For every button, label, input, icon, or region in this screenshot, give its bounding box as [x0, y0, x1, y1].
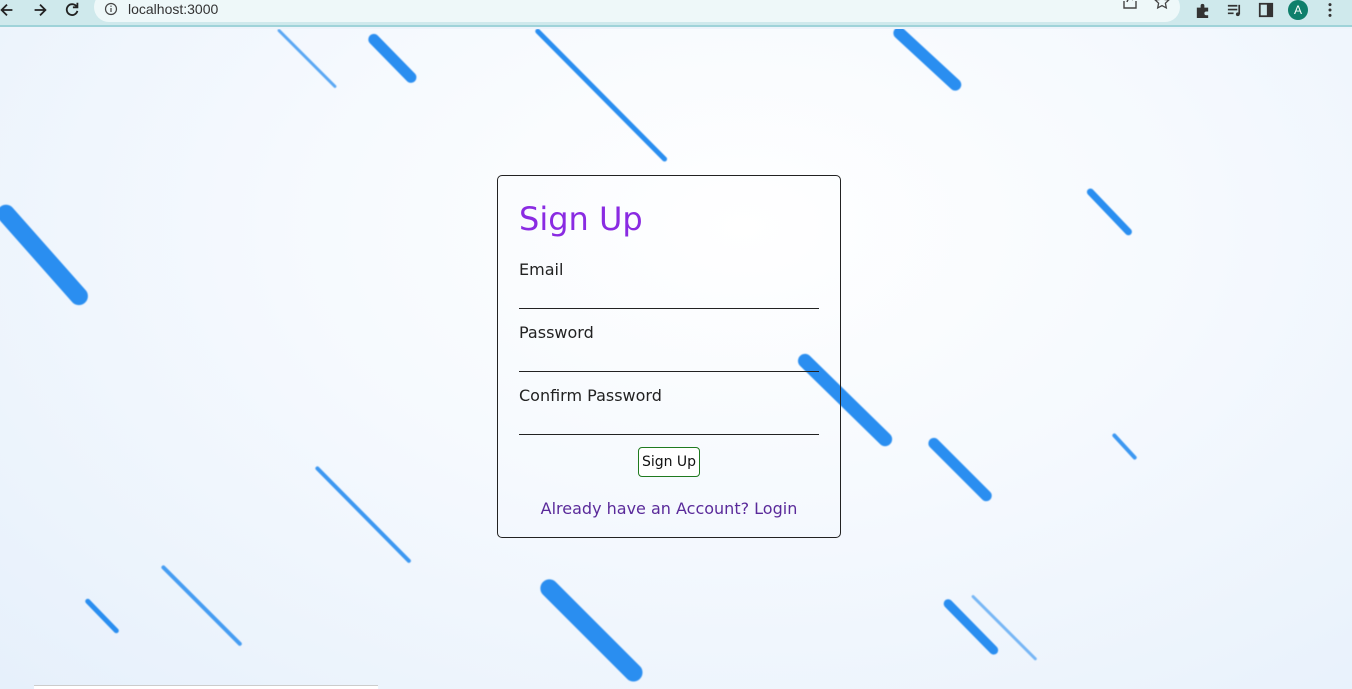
forward-icon[interactable]	[29, 0, 51, 20]
email-field[interactable]	[519, 287, 819, 309]
rain-streak	[890, 29, 965, 94]
password-label: Password	[519, 323, 594, 342]
email-group: Email	[519, 260, 819, 309]
side-panel-icon[interactable]	[1256, 0, 1276, 20]
share-icon[interactable]	[1121, 0, 1139, 11]
rain-streak	[926, 435, 994, 503]
confirm-password-label: Confirm Password	[519, 386, 662, 405]
extensions-icon[interactable]	[1192, 0, 1212, 20]
rain-streak	[314, 465, 412, 564]
rain-streak	[276, 29, 338, 89]
info-icon[interactable]	[104, 2, 118, 16]
rain-streak	[970, 593, 1038, 661]
rain-streak	[536, 575, 647, 686]
page-viewport: Sign Up Email Password Confirm Password …	[0, 29, 1352, 689]
sign-up-button[interactable]: Sign Up	[638, 447, 700, 477]
confirm-password-field[interactable]	[519, 413, 819, 435]
login-link[interactable]: Already have an Account? Login	[498, 499, 840, 518]
confirm-password-group: Confirm Password	[519, 386, 819, 435]
rain-streak	[160, 564, 243, 647]
url-text[interactable]: localhost:3000	[128, 1, 218, 17]
profile-avatar[interactable]: A	[1288, 0, 1308, 20]
back-icon[interactable]	[0, 0, 18, 20]
signup-card: Sign Up Email Password Confirm Password …	[497, 175, 841, 538]
page-title: Sign Up	[519, 200, 643, 238]
password-field[interactable]	[519, 350, 819, 372]
address-bar[interactable]: localhost:3000	[94, 0, 1180, 22]
email-label: Email	[519, 260, 564, 279]
rain-streak	[534, 29, 668, 162]
bottom-strip	[34, 685, 378, 689]
reload-icon[interactable]	[61, 0, 83, 20]
menu-icon[interactable]	[1320, 0, 1340, 20]
rain-streak	[366, 31, 419, 85]
rain-streak	[1111, 432, 1138, 461]
password-group: Password	[519, 323, 819, 372]
rain-streak	[941, 596, 1001, 657]
rain-streak	[0, 201, 92, 309]
rain-streak	[84, 597, 120, 634]
browser-toolbar: localhost:3000 A	[0, 0, 1352, 27]
rain-streak	[1085, 186, 1134, 237]
reading-list-icon[interactable]	[1224, 0, 1244, 20]
star-icon[interactable]	[1153, 0, 1171, 11]
